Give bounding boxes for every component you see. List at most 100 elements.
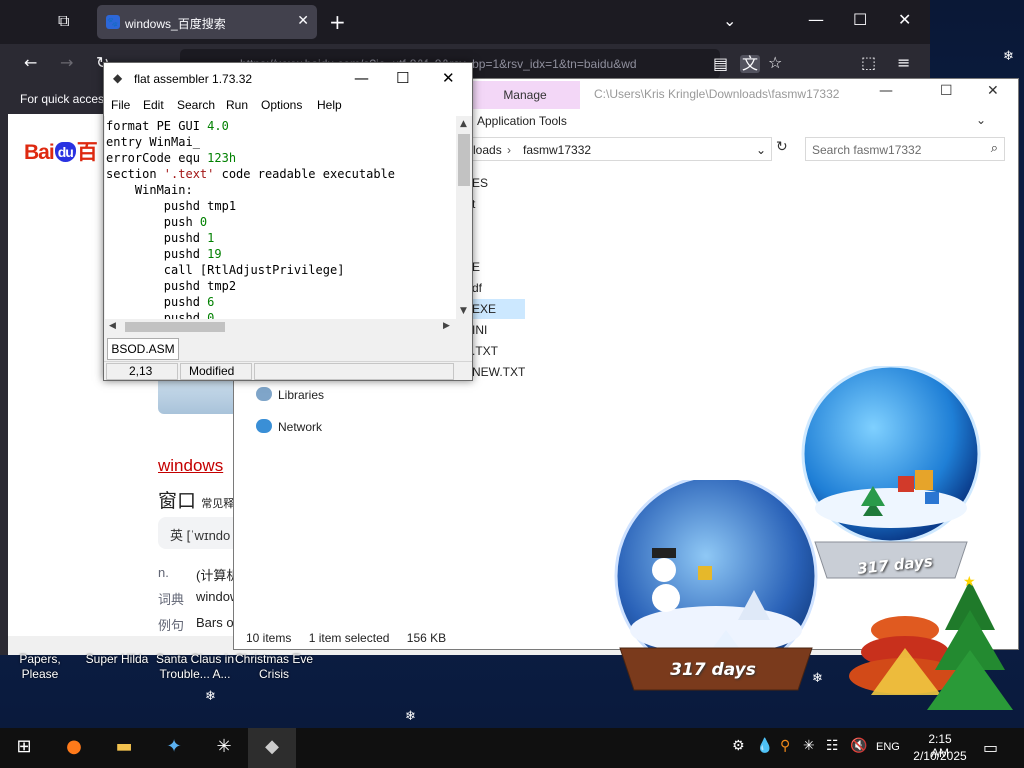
scrollbar-thumb[interactable] — [125, 322, 225, 332]
notifications-icon[interactable]: ▭ — [983, 738, 998, 757]
tray-search-icon[interactable]: ⚲ — [780, 738, 790, 754]
tray-snowflake-icon[interactable]: ✳ — [803, 738, 815, 754]
baidu-logo[interactable]: Bai du 百 — [24, 136, 98, 166]
menu-run[interactable]: Run — [226, 98, 248, 112]
code-text: pushd tmp2 — [106, 279, 237, 293]
code-line[interactable]: call [RtlAdjustPrivilege] — [106, 262, 345, 278]
taskbar-file-explorer[interactable]: ▬ — [100, 728, 148, 768]
minimize-icon[interactable]: — — [354, 69, 369, 87]
scroll-left-icon[interactable]: ◀ — [109, 321, 116, 331]
menu-icon[interactable]: ≡ — [897, 55, 910, 71]
maximize-icon[interactable]: ☐ — [940, 83, 953, 99]
explorer-title-path: C:\Users\Kris Kringle\Downloads\fasmw173… — [594, 87, 840, 101]
input-language[interactable]: ENG — [876, 741, 900, 753]
code-line[interactable]: WinMain: — [106, 182, 193, 198]
file-tab[interactable]: BSOD.ASM — [107, 338, 179, 360]
tray-network-icon[interactable]: ☷ — [826, 738, 839, 754]
code-line[interactable]: pushd 19 — [106, 246, 222, 262]
file-list-item[interactable]: ES — [470, 173, 525, 193]
translate-icon[interactable]: 文 — [740, 55, 761, 73]
code-text: code readable executable — [214, 167, 395, 181]
code-text: pushd — [106, 295, 208, 309]
code-line[interactable]: pushd tmp2 — [106, 278, 236, 294]
dictionary-row: n. (计算机 — [158, 565, 240, 583]
taskbar-fasm[interactable]: ◆ — [248, 728, 296, 768]
desktop-icon-santa-claus[interactable]: Santa Claus in Trouble... A... — [155, 652, 235, 682]
tray-drop-icon[interactable]: 💧 — [756, 738, 773, 754]
close-window-icon[interactable]: ✕ — [898, 12, 911, 28]
tray-app-icon[interactable]: ⚙ — [732, 738, 745, 754]
result-title-link[interactable]: windows — [158, 456, 223, 476]
desktop-icon-super-hilda[interactable]: Super Hilda — [80, 652, 154, 667]
list-tabs-icon[interactable]: ⌄ — [723, 13, 736, 29]
tab-overview-icon[interactable]: ⧉ — [58, 13, 69, 29]
editor-horizontal-scrollbar[interactable]: ◀ ▶ — [105, 319, 456, 335]
application-tools-label[interactable]: Application Tools — [477, 114, 567, 128]
menu-options[interactable]: Options — [261, 98, 302, 112]
close-tab-icon[interactable]: ✕ — [297, 13, 309, 29]
menu-file[interactable]: File — [111, 98, 130, 112]
desktop-icon-papers-please[interactable]: Papers, Please — [0, 652, 80, 682]
clock-date[interactable]: 2/10/2025 — [912, 749, 968, 763]
refresh-icon[interactable]: ↻ — [776, 139, 788, 155]
code-line[interactable]: errorCode equ 123h — [106, 150, 236, 166]
file-list-item[interactable]: df — [470, 278, 525, 298]
taskbar-firefox[interactable]: ● — [50, 728, 98, 768]
code-editor[interactable]: format PE GUI 4.0 entry WinMai_ errorCode … — [105, 116, 456, 319]
explorer-search-box[interactable]: Search fasmw17332 ⌕ — [805, 137, 1005, 161]
bookmark-star-icon[interactable]: ☆ — [768, 55, 782, 71]
taskbar-app[interactable]: ✦ — [150, 728, 198, 768]
file-list-item[interactable]: E — [470, 257, 525, 277]
file-list-item[interactable]: t — [470, 194, 525, 214]
new-tab-icon[interactable]: + — [329, 12, 346, 32]
code-line[interactable]: entry WinMai_ — [106, 134, 200, 150]
extensions-icon[interactable]: ⬚ — [861, 55, 876, 71]
desktop-icon-christmas-eve-crisis[interactable]: Christmas Eve Crisis — [234, 652, 314, 682]
tray-volume-muted-icon[interactable]: 🔇 — [850, 738, 867, 754]
menu-help[interactable]: Help — [317, 98, 342, 112]
scroll-right-icon[interactable]: ▶ — [443, 321, 450, 331]
address-segment[interactable]: loads — [473, 143, 502, 157]
ribbon-expand-icon[interactable]: ⌄ — [976, 113, 986, 127]
code-line[interactable]: pushd 6 — [106, 294, 215, 310]
menu-search[interactable]: Search — [177, 98, 215, 112]
maximize-icon[interactable]: ☐ — [853, 12, 867, 28]
manage-ribbon-tab[interactable]: Manage — [470, 81, 580, 109]
menu-edit[interactable]: Edit — [143, 98, 164, 112]
scroll-up-icon[interactable]: ▲ — [460, 119, 467, 129]
nav-item-network[interactable]: Network — [256, 419, 322, 434]
address-segment[interactable]: fasmw17332 — [523, 143, 591, 157]
forward-icon[interactable]: → — [60, 55, 73, 71]
taskbar-snow-app[interactable]: ✳ — [200, 728, 248, 768]
minimize-icon[interactable]: — — [879, 83, 893, 99]
close-window-icon[interactable]: ✕ — [442, 69, 455, 87]
fasm-titlebar[interactable]: ◆ flat assembler 1.73.32 — ☐ ✕ — [104, 63, 472, 94]
start-button[interactable]: ⊞ — [0, 728, 48, 768]
code-line[interactable]: section '.text' code readable executable — [106, 166, 395, 182]
code-line[interactable]: push 0 — [106, 214, 207, 230]
nav-item-libraries[interactable]: Libraries — [256, 387, 324, 402]
reader-view-icon[interactable]: ▤ — [713, 56, 728, 72]
file-list-item-selected[interactable]: EXE — [470, 299, 525, 319]
search-icon[interactable]: ⌕ — [991, 141, 998, 156]
svg-text:★: ★ — [963, 574, 976, 590]
explorer-address-bar[interactable]: loads › fasmw17332 ⌄ — [470, 137, 772, 161]
code-line[interactable]: pushd tmp1 — [106, 198, 236, 214]
minimize-icon[interactable]: — — [808, 12, 824, 28]
address-dropdown-icon[interactable]: ⌄ — [756, 143, 766, 157]
editor-vertical-scrollbar[interactable]: ▲ ▼ — [456, 116, 472, 319]
scroll-down-icon[interactable]: ▼ — [460, 306, 467, 316]
browser-tabstrip: ⧉ 🐾 windows_百度搜索 ✕ + ⌄ — ☐ ✕ — [0, 0, 930, 44]
file-list-item[interactable]: .TXT — [470, 341, 525, 361]
code-line[interactable]: pushd 1 — [106, 230, 215, 246]
scrollbar-thumb[interactable] — [458, 134, 470, 186]
code-line[interactable]: pushd 0 — [106, 310, 215, 319]
maximize-icon[interactable]: ☐ — [396, 69, 409, 87]
bookmarks-hint: For quick access — [20, 92, 111, 106]
file-list-item[interactable]: INI — [470, 320, 525, 340]
close-window-icon[interactable]: ✕ — [987, 83, 999, 99]
file-list-item[interactable]: NEW.TXT — [470, 362, 525, 382]
browser-tab[interactable]: 🐾 windows_百度搜索 ✕ — [97, 5, 317, 39]
back-icon[interactable]: ← — [24, 55, 37, 71]
code-line[interactable]: format PE GUI 4.0 — [106, 118, 229, 134]
